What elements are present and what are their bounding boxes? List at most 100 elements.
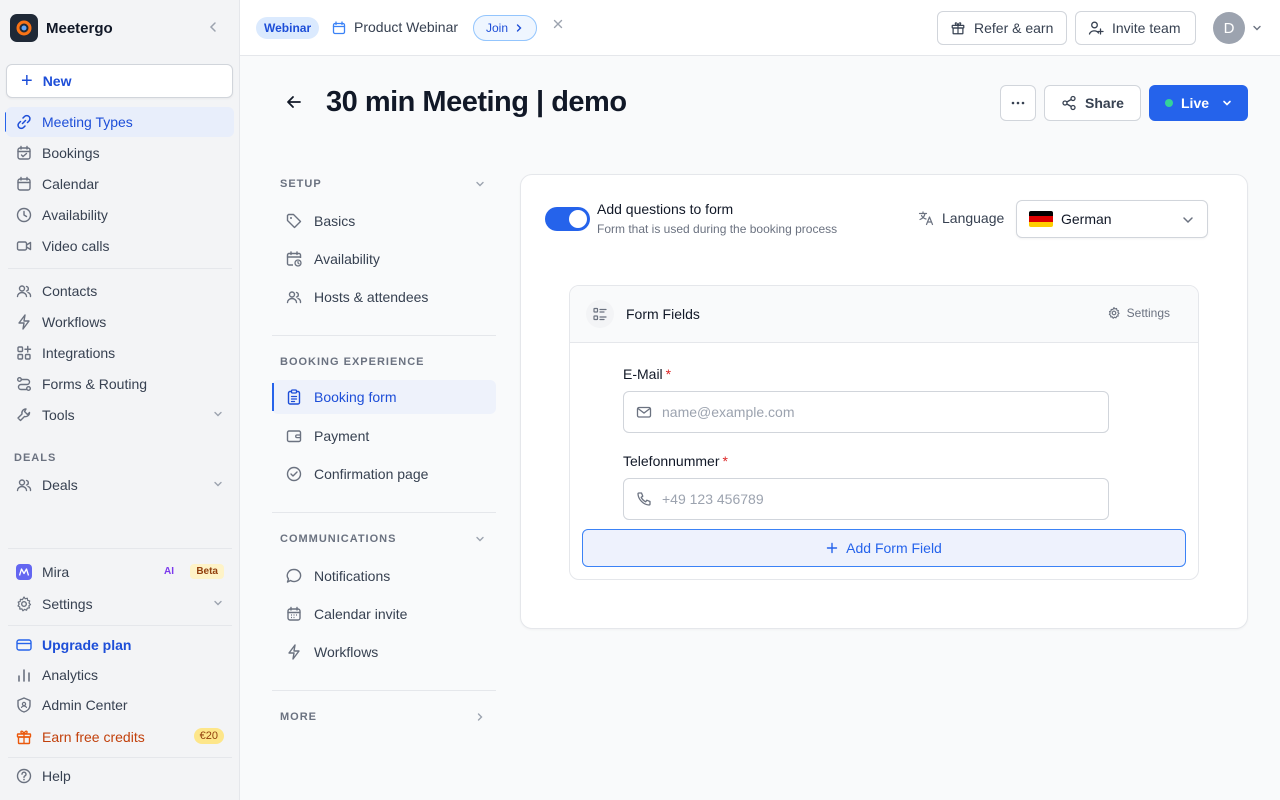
sidebar-item-label: Calendar (42, 176, 99, 192)
subnav-item-label: Basics (314, 213, 356, 229)
sidebar-item-label: Video calls (42, 238, 110, 254)
add-questions-toggle[interactable] (545, 207, 590, 231)
sidebar-item-deals[interactable]: Deals (6, 470, 234, 500)
subnav-divider (272, 690, 496, 691)
chevron-down-icon[interactable] (474, 533, 486, 545)
subnav-item-label: Notifications (314, 568, 391, 584)
subnav-item-booking-form[interactable]: Booking form (272, 380, 496, 414)
toggle-knob (569, 210, 587, 228)
subnav-item-notifications[interactable]: Notifications (272, 559, 496, 593)
collapse-sidebar-icon[interactable] (206, 20, 220, 34)
mira-icon (14, 562, 34, 582)
chevron-right-icon[interactable] (474, 711, 486, 723)
webinar-title: Product Webinar (354, 19, 459, 35)
phone-field-label: Telefonnummer * (623, 453, 728, 469)
email-field[interactable]: name@example.com (623, 391, 1109, 433)
share-icon (1061, 95, 1077, 111)
subnav-section-booking: BOOKING EXPERIENCE (280, 356, 425, 368)
grid-plus-icon (14, 343, 34, 363)
refer-earn-button[interactable]: Refer & earn (937, 11, 1067, 45)
subnav-item-hosts-attendees[interactable]: Hosts & attendees (272, 280, 496, 314)
email-placeholder: name@example.com (662, 404, 795, 420)
invite-label: Invite team (1112, 20, 1181, 36)
add-form-field-button[interactable]: Add Form Field (582, 529, 1186, 567)
close-icon[interactable] (552, 18, 564, 30)
sidebar-item-bookings[interactable]: Bookings (6, 138, 234, 168)
german-flag-icon (1029, 211, 1053, 227)
app-name: Meetergo (46, 19, 113, 37)
subnav-item-confirmation-page[interactable]: Confirmation page (272, 457, 496, 491)
form-fields-header: Form Fields Settings (570, 286, 1198, 343)
subnav-item-label: Workflows (314, 644, 379, 660)
sidebar-item-earn-credits[interactable]: Earn free credits €20 (6, 722, 234, 752)
clock-icon (14, 205, 34, 225)
sidebar-item-tools[interactable]: Tools (6, 400, 234, 430)
sidebar-item-integrations[interactable]: Integrations (6, 338, 234, 368)
sidebar-item-mira[interactable]: Mira AI Beta (6, 557, 234, 587)
users-icon (14, 475, 34, 495)
required-marker: * (665, 366, 672, 382)
phone-field[interactable]: +49 123 456789 (623, 478, 1109, 520)
app-logo (10, 14, 38, 42)
chevron-down-icon (1181, 213, 1195, 227)
sidebar-item-meeting-types[interactable]: Meeting Types (6, 107, 234, 137)
subnav-item-workflows[interactable]: Workflows (272, 635, 496, 669)
brand[interactable]: Meetergo (10, 14, 230, 42)
join-webinar-button[interactable]: Join (473, 15, 538, 41)
sidebar-item-forms-routing[interactable]: Forms & Routing (6, 369, 234, 399)
sidebar-item-label: Earn free credits (42, 729, 145, 745)
bolt-icon (284, 642, 304, 662)
back-arrow-icon[interactable] (284, 92, 304, 112)
subnav-item-availability[interactable]: Availability (272, 242, 496, 276)
sidebar-item-label: Bookings (42, 145, 100, 161)
refer-label: Refer & earn (974, 20, 1054, 36)
share-label: Share (1085, 95, 1124, 111)
sidebar-item-video-calls[interactable]: Video calls (6, 231, 234, 261)
subnav-item-label: Availability (314, 251, 380, 267)
subnav-section-communications: COMMUNICATIONS (280, 533, 397, 545)
credit-card-icon (14, 635, 34, 655)
sidebar-item-label: Forms & Routing (42, 376, 148, 392)
sidebar-item-label: Tools (42, 407, 75, 423)
subnav-item-label: Payment (314, 428, 370, 444)
chevron-down-icon[interactable] (474, 178, 486, 190)
invite-team-button[interactable]: Invite team (1075, 11, 1196, 45)
booking-form-card: Add questions to form Form that is used … (520, 174, 1248, 629)
live-label: Live (1181, 95, 1210, 111)
share-button[interactable]: Share (1044, 85, 1141, 121)
users-icon (14, 281, 34, 301)
sidebar-item-analytics[interactable]: Analytics (6, 660, 234, 690)
sidebar-divider (8, 625, 232, 626)
sidebar-item-help[interactable]: Help (6, 761, 234, 791)
subnav-item-calendar-invite[interactable]: Calendar invite (272, 597, 496, 631)
subnav-active-indicator (272, 383, 274, 411)
sidebar-item-availability[interactable]: Availability (6, 200, 234, 230)
sidebar-divider (8, 268, 232, 269)
new-button-label: New (42, 73, 72, 89)
chevron-down-icon (212, 597, 224, 609)
new-button[interactable]: + New (6, 64, 233, 98)
sidebar-item-label: Analytics (42, 667, 99, 683)
chevron-down-icon[interactable] (1251, 22, 1263, 34)
form-settings-button[interactable]: Settings (1107, 306, 1170, 320)
sidebar-item-settings[interactable]: Settings (6, 589, 234, 619)
sidebar-item-label: Admin Center (42, 697, 128, 713)
sidebar-item-upgrade-plan[interactable]: Upgrade plan (6, 630, 234, 660)
sidebar-item-admin-center[interactable]: Admin Center (6, 690, 234, 720)
subnav-item-basics[interactable]: Basics (272, 204, 496, 238)
sidebar-item-calendar[interactable]: Calendar (6, 169, 234, 199)
plus-icon: + (21, 70, 33, 92)
more-options-button[interactable] (1000, 85, 1036, 121)
join-label: Join (486, 21, 509, 35)
language-select[interactable]: German (1016, 200, 1208, 238)
language-label: Language (942, 210, 1005, 226)
subnav-divider (272, 512, 496, 513)
live-status-button[interactable]: Live (1149, 85, 1248, 121)
sidebar-item-contacts[interactable]: Contacts (6, 276, 234, 306)
subnav-item-payment[interactable]: Payment (272, 419, 496, 453)
sidebar-item-workflows[interactable]: Workflows (6, 307, 234, 337)
calendar-clock-icon (284, 249, 304, 269)
check-circle-icon (284, 464, 304, 484)
topbar: Webinar Product Webinar Join Refer & ear… (240, 0, 1280, 56)
avatar[interactable]: D (1213, 12, 1245, 44)
